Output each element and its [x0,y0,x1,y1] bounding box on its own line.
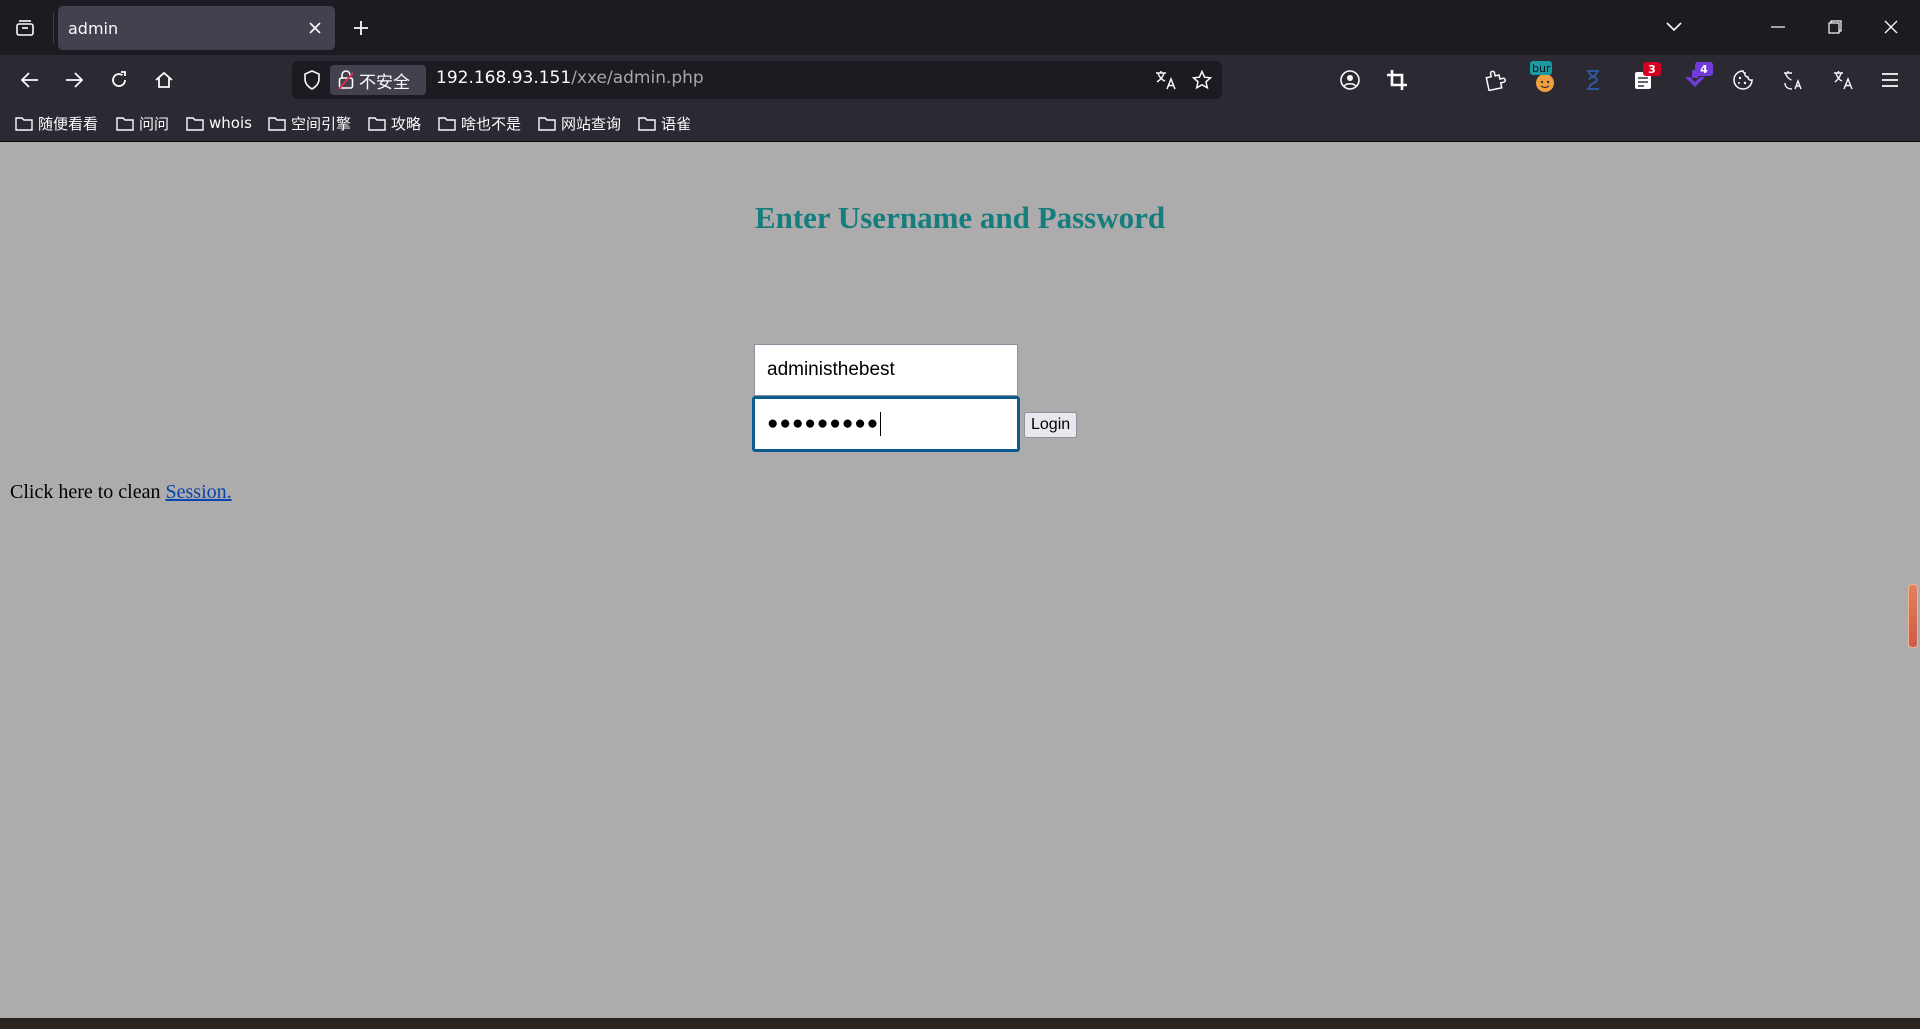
hamburger-menu-icon[interactable] [1875,65,1905,95]
tab-list-icon[interactable] [10,14,40,42]
window-close-icon[interactable] [1868,10,1914,44]
folder-icon [368,116,386,131]
password-mask: ●●●●●●●●● [767,413,880,434]
notification-badge: 4 [1695,62,1713,76]
tracking-shield-icon[interactable] [300,68,324,92]
crop-screenshot-icon[interactable] [1382,65,1412,95]
bookmark-folder[interactable]: 语雀 [638,112,691,134]
url-path: /xxe/admin.php [571,68,704,88]
bookmark-star-icon[interactable] [1190,68,1214,92]
url-text[interactable]: 192.168.93.151/xxe/admin.php [436,68,704,88]
text-caret [880,412,882,436]
cookie-icon[interactable] [1728,65,1758,95]
home-icon[interactable] [146,63,182,97]
notification-badge: 3 [1643,62,1661,76]
login-button[interactable]: Login [1024,412,1078,438]
download-extension-icon[interactable]: 4 [1680,62,1713,95]
bookmark-folder[interactable]: 空间引擎 [268,112,351,134]
address-bar[interactable]: 不安全 192.168.93.151/xxe/admin.php [292,61,1222,99]
url-host: 192.168.93.151 [436,68,572,88]
username-input[interactable]: administhebest [754,344,1018,396]
back-arrow-icon[interactable] [12,63,48,97]
close-icon[interactable] [303,16,327,40]
translate-icon[interactable] [1154,68,1178,92]
insecure-label: 不安全 [359,72,410,93]
page-title: Enter Username and Password [754,200,1166,235]
folder-icon [538,116,556,131]
page-viewport: Enter Username and Password administhebe… [0,142,1920,1018]
bookmarks-toolbar: 随便看看 问问 whois 空间引擎 攻略 啥也不是 网站查询 语雀 [0,105,1920,142]
bookmark-folder[interactable]: 随便看看 [15,112,98,134]
translator-icon[interactable] [1828,65,1858,95]
minimize-icon[interactable] [1755,10,1801,44]
username-value: administhebest [767,359,895,380]
bookmark-label: 空间引擎 [291,114,352,133]
account-icon[interactable] [1335,65,1365,95]
bookmark-label: 随便看看 [38,114,99,133]
folder-icon [638,116,656,131]
navigation-bar: 不安全 192.168.93.151/xxe/admin.php bur 3 4 [0,55,1920,105]
bookmark-label: 语雀 [661,114,692,133]
taskbar-strip [0,1018,1920,1029]
new-tab-icon[interactable] [346,14,376,42]
bookmark-label: 问问 [139,114,170,133]
tab-divider [53,12,54,44]
insecure-connection-indicator[interactable]: 不安全 [330,65,426,95]
folder-icon [186,116,204,131]
folder-icon [268,116,286,131]
bookmark-label: 攻略 [391,114,422,133]
bookmark-label: whois [209,114,252,132]
scrollbar-thumb[interactable] [1908,584,1918,648]
restore-icon[interactable] [1812,10,1858,44]
folder-icon [116,116,134,131]
bookmark-label: 网站查询 [561,114,622,133]
tab-title: admin [68,18,119,38]
extensions-puzzle-icon[interactable] [1480,65,1510,95]
folder-icon [438,116,456,131]
clean-session-line: Click here to clean Session. [10,481,232,504]
burp-proxy-icon[interactable]: bur [1530,61,1560,95]
hourglass-extension-icon[interactable] [1578,65,1608,95]
bookmark-folder[interactable]: 网站查询 [538,112,621,134]
tab-bar: admin [0,0,1920,55]
reload-icon[interactable] [101,63,137,97]
page-translate-icon[interactable] [1778,65,1808,95]
session-link[interactable]: Session. [166,481,232,503]
bookmark-label: 啥也不是 [461,114,522,133]
bookmark-folder[interactable]: whois [186,112,252,134]
tab-admin[interactable]: admin [58,6,335,50]
password-input[interactable]: ●●●●●●●●● [752,396,1020,452]
bookmark-folder[interactable]: 攻略 [368,112,421,134]
folder-icon [15,116,33,131]
chevron-down-icon[interactable] [1651,10,1697,44]
bookmark-folder[interactable]: 问问 [116,112,169,134]
bookmark-folder[interactable]: 啥也不是 [438,112,521,134]
forward-arrow-icon[interactable] [56,63,92,97]
broken-lock-icon [338,70,354,90]
session-prefix-text: Click here to clean [10,481,166,503]
burp-label: bur [1530,61,1553,75]
notes-extension-icon[interactable]: 3 [1628,62,1661,95]
